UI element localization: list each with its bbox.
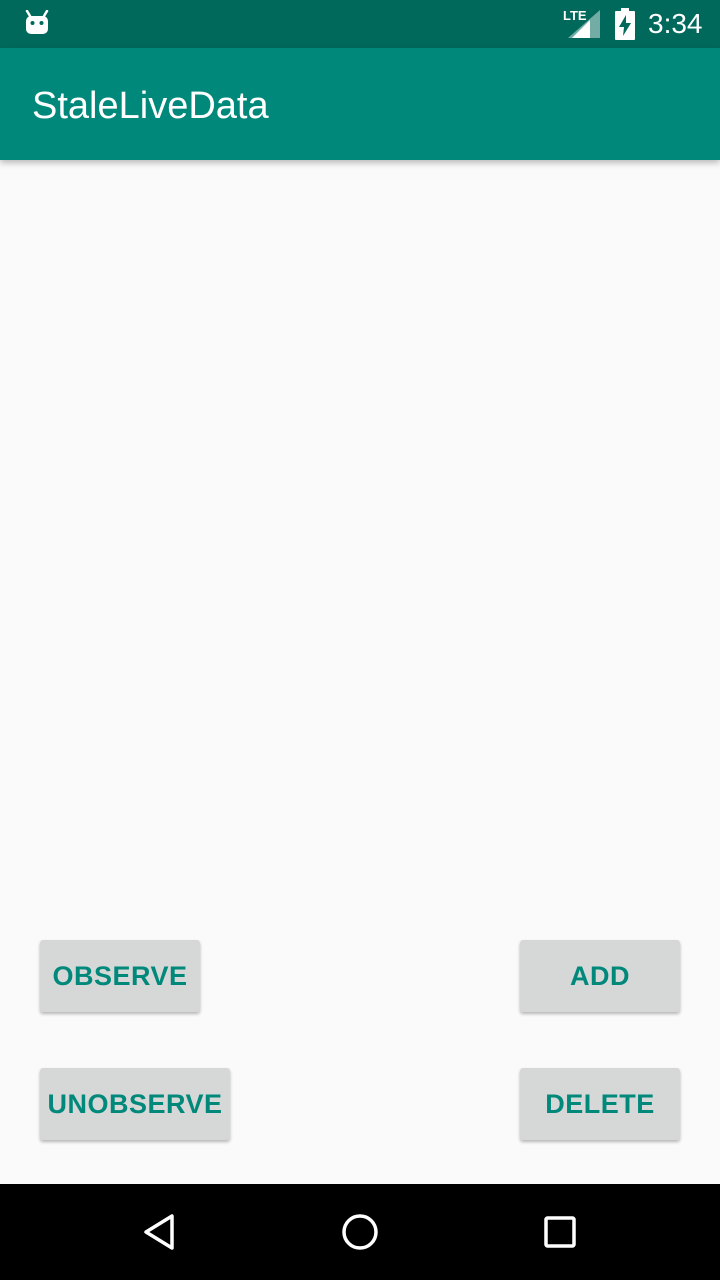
back-icon [144,1214,174,1250]
recents-button[interactable] [536,1208,584,1256]
navigation-bar [0,1184,720,1280]
battery-charging-icon [615,8,635,40]
signal-icon [568,10,600,38]
main-content: OBSERVE ADD UNOBSERVE DELETE [0,160,720,1184]
home-button[interactable] [336,1208,384,1256]
app-bar: StaleLiveData [0,48,720,160]
unobserve-button[interactable]: UNOBSERVE [40,1068,230,1140]
status-clock: 3:34 [648,8,703,39]
home-icon [342,1214,378,1250]
back-button[interactable] [136,1208,184,1256]
delete-button[interactable]: DELETE [520,1068,680,1140]
observe-button[interactable]: OBSERVE [40,940,200,1012]
add-button[interactable]: ADD [520,940,680,1012]
recents-icon [544,1216,576,1248]
app-title: StaleLiveData [32,85,269,127]
status-bar: LTE 3:34 [0,0,720,48]
android-notification-icon [25,10,49,34]
